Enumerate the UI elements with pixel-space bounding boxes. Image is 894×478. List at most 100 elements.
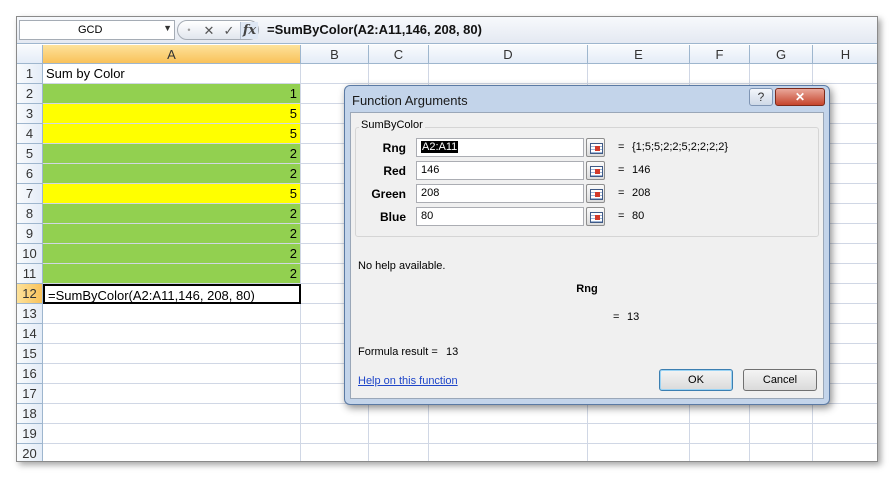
cell-a[interactable]: 2 [43, 264, 301, 284]
cell-a[interactable] [43, 304, 301, 324]
grid-cell[interactable] [690, 444, 750, 461]
grid-cell[interactable] [369, 64, 429, 84]
grid-cell[interactable] [588, 64, 690, 84]
grid-cell[interactable] [588, 424, 690, 444]
close-icon[interactable]: ✕ [775, 88, 825, 106]
grid-cell[interactable] [301, 64, 369, 84]
row-header[interactable]: 4 [17, 124, 43, 144]
cell-a[interactable]: 5 [43, 184, 301, 204]
row-header[interactable]: 9 [17, 224, 43, 244]
range-picker-icon[interactable] [586, 161, 605, 180]
row-header[interactable]: 13 [17, 304, 43, 324]
help-link[interactable]: Help on this function [358, 375, 458, 387]
grid-cell[interactable] [690, 404, 750, 424]
cell-a[interactable] [43, 424, 301, 444]
grid-cell[interactable] [369, 404, 429, 424]
range-picker-icon[interactable] [586, 207, 605, 226]
chevron-down-icon[interactable]: ▼ [163, 23, 172, 33]
grid-cell[interactable] [813, 444, 877, 461]
grid-cell[interactable] [301, 404, 369, 424]
column-header[interactable]: E [588, 45, 690, 64]
grid-cell[interactable] [690, 64, 750, 84]
range-picker-icon[interactable] [586, 184, 605, 203]
row-header[interactable]: 17 [17, 384, 43, 404]
grid-cell[interactable] [369, 444, 429, 461]
argument-input[interactable]: 146 [416, 161, 584, 180]
column-header[interactable]: D [429, 45, 588, 64]
grid-cell[interactable] [429, 404, 588, 424]
column-header[interactable]: F [690, 45, 750, 64]
argument-input[interactable]: 80 [416, 207, 584, 226]
range-picker-icon[interactable] [586, 138, 605, 157]
row-header[interactable]: 10 [17, 244, 43, 264]
dialog-title: Function Arguments [352, 93, 468, 108]
grid-cell[interactable] [750, 424, 813, 444]
row-header[interactable]: 3 [17, 104, 43, 124]
cell-a[interactable] [43, 364, 301, 384]
row-header[interactable]: 5 [17, 144, 43, 164]
argument-label: Green [371, 187, 406, 201]
grid-cell[interactable] [429, 424, 588, 444]
row-header[interactable]: 2 [17, 84, 43, 104]
argument-input[interactable]: 208 [416, 184, 584, 203]
row-header[interactable]: 19 [17, 424, 43, 444]
cell-a[interactable]: 2 [43, 244, 301, 264]
cancel-button[interactable]: Cancel [743, 369, 817, 391]
column-header[interactable]: C [369, 45, 429, 64]
row-header[interactable]: 18 [17, 404, 43, 424]
grid-cell[interactable] [301, 444, 369, 461]
grid-cell[interactable] [429, 64, 588, 84]
cell-a[interactable]: 5 [43, 104, 301, 124]
grid-cell[interactable] [750, 64, 813, 84]
argument-label: Rng [382, 141, 406, 155]
cell-a[interactable]: 2 [43, 204, 301, 224]
cell-a[interactable]: 2 [43, 144, 301, 164]
grid-cell[interactable] [813, 424, 877, 444]
row-header[interactable]: 16 [17, 364, 43, 384]
cell-a[interactable] [43, 344, 301, 364]
grid-cell[interactable] [429, 444, 588, 461]
grid-cell[interactable] [690, 424, 750, 444]
row-header[interactable]: 1 [17, 64, 43, 84]
cell-a[interactable]: 1 [43, 84, 301, 104]
help-icon[interactable]: ? [749, 88, 773, 106]
select-all-corner[interactable] [17, 45, 43, 64]
cell-a[interactable] [43, 324, 301, 344]
cancel-icon[interactable]: ✕ [200, 22, 218, 39]
cell-a[interactable]: 2 [43, 224, 301, 244]
grid-cell[interactable] [588, 404, 690, 424]
column-header[interactable]: A [43, 45, 301, 64]
grid-cell[interactable] [369, 424, 429, 444]
row-header[interactable]: 6 [17, 164, 43, 184]
cell-a[interactable] [43, 404, 301, 424]
row-header[interactable]: 12 [17, 284, 43, 304]
argument-value: 80 [421, 210, 434, 222]
cell-a[interactable] [43, 444, 301, 461]
ok-button[interactable]: OK [659, 369, 733, 391]
row-header[interactable]: 15 [17, 344, 43, 364]
cell-a[interactable] [43, 384, 301, 404]
active-cell[interactable]: =SumByColor(A2:A11,146, 208, 80) [43, 284, 301, 304]
cell-a[interactable]: 5 [43, 124, 301, 144]
row-header[interactable]: 11 [17, 264, 43, 284]
row-header[interactable]: 8 [17, 204, 43, 224]
name-box[interactable]: GCD ▼ [19, 20, 175, 40]
grid-cell[interactable] [301, 424, 369, 444]
column-header[interactable]: B [301, 45, 369, 64]
column-header[interactable]: H [813, 45, 877, 64]
grid-cell[interactable] [813, 64, 877, 84]
grid-cell[interactable] [750, 444, 813, 461]
row-header[interactable]: 14 [17, 324, 43, 344]
column-header[interactable]: G [750, 45, 813, 64]
argument-input[interactable]: A2:A11 [416, 138, 584, 157]
insert-function-icon[interactable]: fx [240, 22, 258, 39]
cell-a[interactable]: 2 [43, 164, 301, 184]
cell-a[interactable]: Sum by Color [43, 64, 301, 84]
enter-icon[interactable]: ✓ [220, 22, 238, 39]
formula-input[interactable]: =SumByColor(A2:A11,146, 208, 80) [267, 22, 482, 37]
row-header[interactable]: 7 [17, 184, 43, 204]
grid-cell[interactable] [588, 444, 690, 461]
grid-cell[interactable] [750, 404, 813, 424]
row-header[interactable]: 20 [17, 444, 43, 461]
grid-cell[interactable] [813, 404, 877, 424]
